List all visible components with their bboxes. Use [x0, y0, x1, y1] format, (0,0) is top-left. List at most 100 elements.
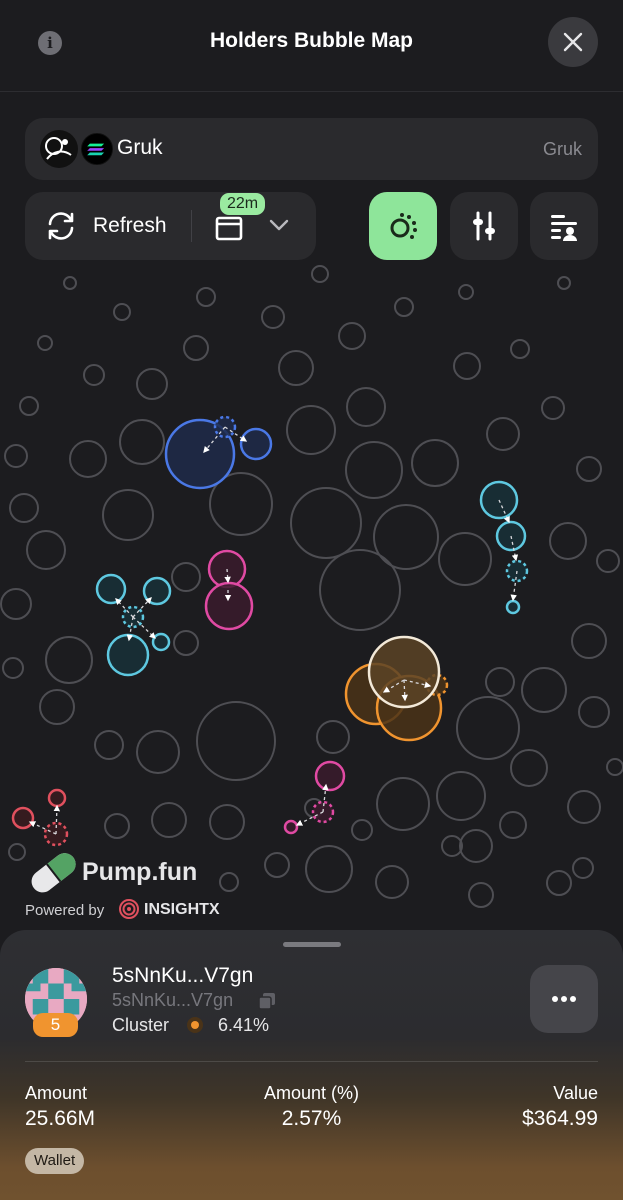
- header: i Holders Bubble Map: [0, 0, 623, 92]
- holder-bubble[interactable]: [102, 489, 154, 541]
- holder-bubble[interactable]: [596, 549, 620, 573]
- cluster-holder-bubble[interactable]: [106, 633, 150, 677]
- cluster-holder-bubble[interactable]: [204, 581, 254, 631]
- holder-bubble[interactable]: [113, 303, 131, 321]
- holder-bubble[interactable]: [311, 265, 329, 283]
- holder-bubble[interactable]: [316, 720, 350, 754]
- sheet-grabber[interactable]: [283, 942, 341, 947]
- holder-bubble[interactable]: [290, 487, 362, 559]
- refresh-icon[interactable]: [45, 211, 77, 241]
- holder-bubble[interactable]: [549, 522, 587, 560]
- calendar-icon[interactable]: [213, 212, 245, 242]
- holder-bubble[interactable]: [375, 865, 409, 899]
- holder-bubble[interactable]: [557, 276, 571, 290]
- holder-bubble[interactable]: [453, 352, 481, 380]
- holder-bubble[interactable]: [0, 588, 32, 620]
- holder-bubble[interactable]: [173, 630, 199, 656]
- holder-bubble[interactable]: [83, 364, 105, 386]
- holder-bubble[interactable]: [171, 562, 201, 592]
- holder-bubble[interactable]: [606, 758, 623, 776]
- holders-list-button[interactable]: [530, 192, 598, 260]
- holder-bubble[interactable]: [411, 439, 459, 487]
- holder-bubble[interactable]: [2, 657, 24, 679]
- holder-bubble[interactable]: [286, 405, 336, 455]
- token-symbol: Gruk: [542, 139, 582, 159]
- holder-bubble[interactable]: [521, 667, 567, 713]
- holder-bubble[interactable]: [151, 802, 187, 838]
- holder-bubble[interactable]: [45, 636, 93, 684]
- holder-bubble[interactable]: [94, 730, 124, 760]
- holder-bubble[interactable]: [486, 417, 520, 451]
- filters-button[interactable]: [450, 192, 518, 260]
- holder-bubble[interactable]: [136, 730, 180, 774]
- holder-bubble[interactable]: [510, 749, 548, 787]
- holder-bubble[interactable]: [63, 276, 77, 290]
- chevron-down-icon[interactable]: [268, 217, 290, 233]
- holder-bubble[interactable]: [69, 440, 107, 478]
- holder-bubble[interactable]: [9, 493, 39, 523]
- holder-bubble[interactable]: [338, 322, 366, 350]
- holder-bubble[interactable]: [567, 790, 601, 824]
- holder-bubble[interactable]: [485, 667, 515, 697]
- close-button[interactable]: [548, 17, 598, 67]
- holder-bubble[interactable]: [394, 297, 414, 317]
- bubble-map[interactable]: [0, 260, 623, 930]
- holder-bubble[interactable]: [19, 396, 39, 416]
- holder-bubble[interactable]: [104, 813, 130, 839]
- holder-bubble[interactable]: [196, 701, 276, 781]
- holder-bubble[interactable]: [37, 335, 53, 351]
- holder-bubble[interactable]: [196, 287, 216, 307]
- holder-bubble[interactable]: [458, 284, 474, 300]
- cluster-holder-bubble[interactable]: [142, 576, 172, 606]
- holder-bubble[interactable]: [468, 882, 494, 908]
- holder-bubble[interactable]: [183, 335, 209, 361]
- holder-bubble[interactable]: [436, 771, 486, 821]
- holder-bubble[interactable]: [373, 504, 439, 570]
- sliders-icon: [473, 211, 495, 241]
- cluster-holder-bubble[interactable]: [151, 632, 171, 652]
- holder-bubble[interactable]: [305, 845, 353, 893]
- cluster-holder-bubble[interactable]: [47, 788, 67, 808]
- cluster-holder-bubble[interactable]: [505, 599, 521, 615]
- holder-bubble[interactable]: [209, 804, 245, 840]
- holder-bubble[interactable]: [119, 419, 165, 465]
- holder-bubble[interactable]: [26, 530, 66, 570]
- holder-bubble[interactable]: [376, 777, 430, 831]
- holder-bubble[interactable]: [499, 811, 527, 839]
- cluster-holder-bubble[interactable]: [239, 427, 273, 461]
- cluster-holder-bubble[interactable]: [314, 760, 346, 792]
- holder-bubble[interactable]: [278, 350, 314, 386]
- insightx-label: INSIGHTX: [144, 901, 220, 918]
- holder-bubble[interactable]: [546, 870, 572, 896]
- copy-icon[interactable]: [258, 992, 276, 1010]
- cluster-holder-bubble[interactable]: [367, 635, 441, 709]
- holder-bubble[interactable]: [459, 829, 493, 863]
- holder-bubble[interactable]: [438, 532, 492, 586]
- holder-bubble[interactable]: [456, 696, 520, 760]
- holder-bubble[interactable]: [39, 689, 75, 725]
- holder-bubble[interactable]: [351, 819, 373, 841]
- bubble-view-button[interactable]: [369, 192, 437, 260]
- holder-bubble[interactable]: [261, 305, 285, 329]
- refresh-button[interactable]: Refresh: [93, 214, 167, 238]
- more-button[interactable]: [530, 965, 598, 1033]
- holder-bubble[interactable]: [346, 387, 386, 427]
- holder-bubble[interactable]: [576, 456, 602, 482]
- holder-bubble[interactable]: [4, 444, 28, 468]
- holder-bubble[interactable]: [136, 368, 168, 400]
- holder-bubble[interactable]: [8, 843, 26, 861]
- holder-bubble[interactable]: [219, 872, 239, 892]
- holder-bubble[interactable]: [345, 441, 403, 499]
- holder-bubble[interactable]: [264, 852, 290, 878]
- holder-bubble[interactable]: [578, 696, 610, 728]
- cluster-holder-bubble[interactable]: [283, 819, 299, 835]
- holder-bubble[interactable]: [541, 396, 565, 420]
- holder-bubble[interactable]: [572, 857, 594, 879]
- time-badge: 22m: [220, 193, 266, 215]
- token-selector[interactable]: Gruk Gruk: [25, 118, 598, 180]
- holder-bubble[interactable]: [510, 339, 530, 359]
- holder-bubble[interactable]: [319, 549, 401, 631]
- cluster-holder-bubble[interactable]: [95, 573, 127, 605]
- holder-bubble[interactable]: [571, 623, 607, 659]
- cluster-holder-bubble[interactable]: [11, 806, 35, 830]
